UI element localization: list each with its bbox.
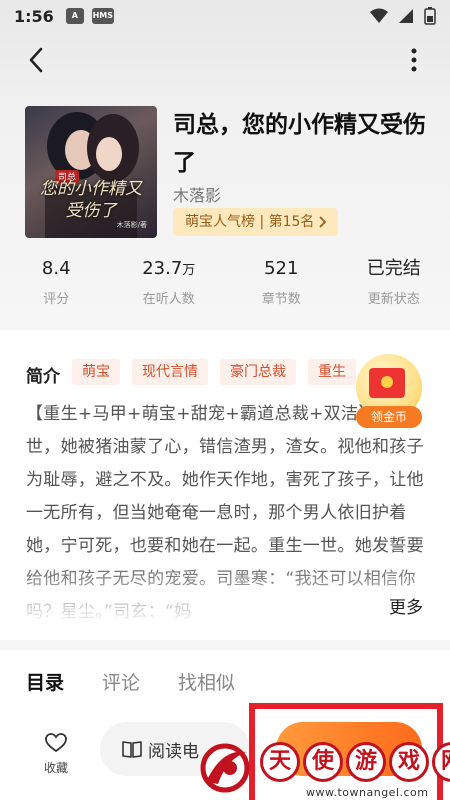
top-bar (0, 36, 450, 82)
book-cover[interactable]: 司总 您的小作精又受伤了 木落影/著 (25, 106, 157, 238)
genre-tags: 萌宝 现代言情 豪门总裁 重生 (72, 359, 356, 385)
more-options-button[interactable] (396, 42, 432, 78)
stat-status: 已完结 更新状态 (338, 256, 450, 312)
stat-unit: 万 (182, 263, 196, 278)
book-open-icon (122, 741, 142, 758)
site-watermark: 天 使 游 戏 网 www.townangel.com (196, 738, 450, 800)
stat-label: 更新状态 (367, 292, 420, 307)
rank-label: 萌宝人气榜 | 第15名 (185, 214, 315, 230)
genre-tag[interactable]: 现代言情 (132, 359, 208, 385)
coin-widget-label: 领金币 (356, 406, 422, 428)
status-bar: 1:56 A HMS (0, 0, 450, 32)
red-envelope-icon (369, 368, 405, 398)
watermark-char: 天 (260, 742, 300, 782)
stat-value: 已完结 (366, 258, 421, 279)
stats-row: 8.4 评分 23.7万 在听人数 521 章节数 已完结 更新状态 (0, 256, 450, 312)
stat-value: 23.7 (142, 258, 183, 279)
collect-coins-widget[interactable]: 领金币 (352, 354, 426, 432)
watermark-chars: 天 使 游 戏 网 (260, 742, 450, 782)
book-author[interactable]: 木落影 (173, 182, 221, 206)
chevron-left-icon (29, 47, 43, 73)
status-time: 1:56 (14, 6, 54, 26)
synopsis-fade (26, 560, 426, 626)
signal-icon (399, 9, 413, 23)
cover-title: 您的小作精又受伤了 (40, 179, 142, 221)
watermark-url: www.townangel.com (306, 786, 429, 799)
cover-author: 木落影/著 (116, 221, 147, 229)
back-button[interactable] (18, 42, 54, 78)
genre-tag[interactable]: 重生 (308, 359, 356, 385)
stat-label: 评分 (43, 292, 70, 307)
watermark-char: 游 (346, 742, 386, 782)
genre-tag[interactable]: 萌宝 (72, 359, 120, 385)
a-app-icon: A (65, 8, 84, 24)
section-divider (0, 640, 450, 650)
stat-label: 在听人数 (142, 292, 195, 307)
genre-tag[interactable]: 豪门总裁 (220, 359, 296, 385)
read-button-label: 阅读电 (148, 741, 199, 762)
intro-heading: 简介 (26, 367, 60, 387)
tab-similar[interactable]: 找相似 (178, 668, 235, 695)
stat-value: 8.4 (41, 258, 71, 279)
more-vertical-icon (411, 48, 417, 72)
favorite-label: 收藏 (43, 761, 68, 775)
more-button[interactable]: 更多 (385, 593, 423, 618)
stat-rating: 8.4 评分 (0, 256, 113, 312)
heart-icon (45, 733, 67, 753)
chevron-right-icon (319, 216, 327, 228)
book-title: 司总，您的小作精又受伤了 (173, 112, 426, 176)
hms-icon: HMS (91, 8, 114, 24)
wifi-icon (370, 8, 388, 23)
stat-label: 章节数 (261, 292, 301, 307)
watermark-char: 网 (432, 742, 450, 782)
stat-value: 521 (264, 258, 299, 279)
stat-chapters: 521 章节数 (225, 256, 338, 312)
rank-badge[interactable]: 萌宝人气榜 | 第15名 (173, 208, 339, 236)
content-tabs: 目录 评论 找相似 (26, 668, 235, 695)
watermark-char: 使 (303, 742, 343, 782)
tab-comments[interactable]: 评论 (102, 668, 140, 695)
favorite-button[interactable]: 收藏 (36, 733, 76, 776)
watermark-logo-icon (200, 743, 250, 793)
watermark-char: 戏 (389, 742, 429, 782)
stat-listeners: 23.7万 在听人数 (113, 256, 226, 312)
tab-catalog[interactable]: 目录 (26, 668, 64, 695)
battery-icon (424, 7, 436, 25)
